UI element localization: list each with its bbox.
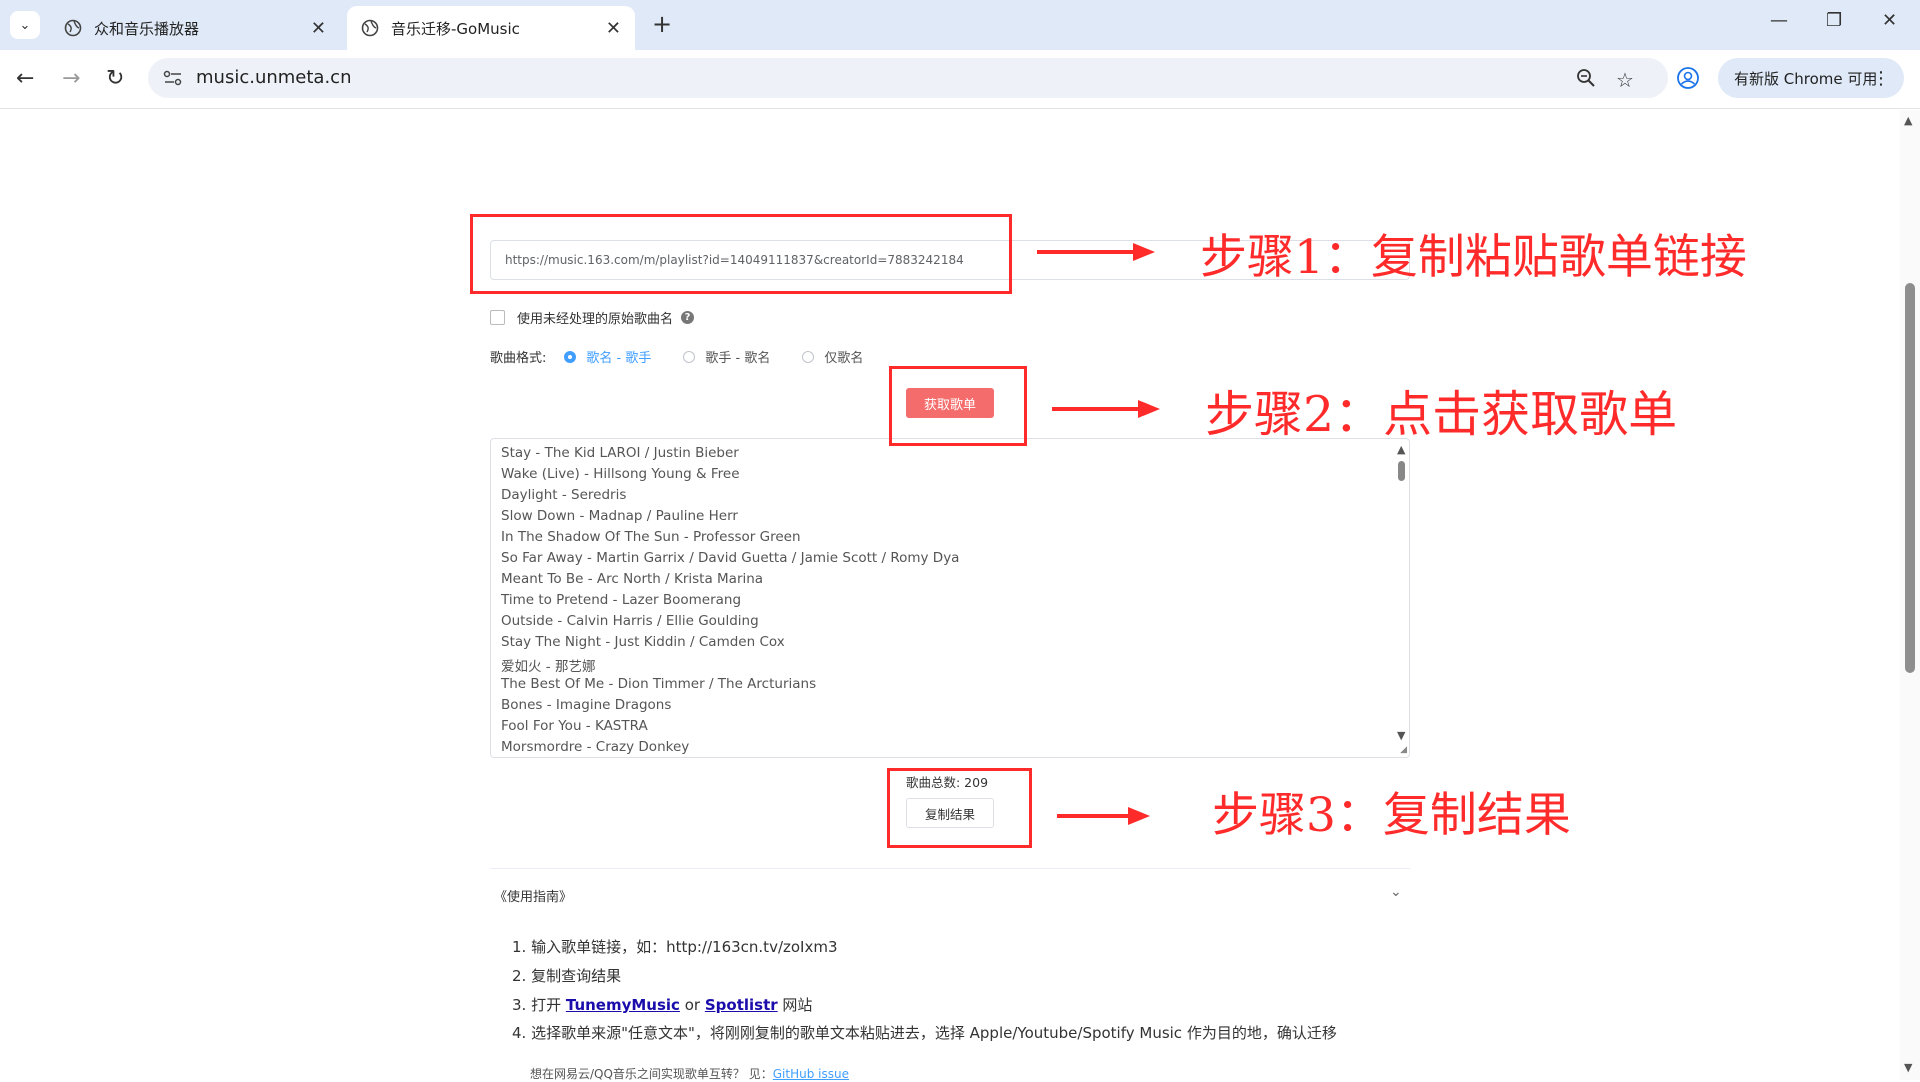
song-line: In The Shadow Of The Sun - Professor Gre… <box>501 529 801 545</box>
song-line: Time to Pretend - Lazer Boomerang <box>501 592 742 608</box>
globe-icon <box>361 19 379 37</box>
format-radio-name-only[interactable]: 仅歌名 <box>802 347 863 366</box>
tab-title: 音乐迁移-GoMusic <box>391 19 520 38</box>
close-icon[interactable]: ✕ <box>311 18 326 39</box>
annotation-arrow-step1 <box>1037 243 1155 261</box>
resize-grip-icon[interactable]: ◢ <box>1400 745 1407 755</box>
song-line: Stay The Night - Just Kiddin / Camden Co… <box>501 634 785 650</box>
minimize-icon[interactable]: — <box>1770 10 1788 31</box>
guide-step-4: 4. 选择歌单来源"任意文本"，将刚刚复制的歌单文本粘贴进去，选择 Apple/… <box>512 1024 1337 1042</box>
annotation-arrow-step2 <box>1052 400 1160 418</box>
song-line: Slow Down - Madnap / Pauline Herr <box>501 508 738 524</box>
song-line: Wake (Live) - Hillsong Young & Free <box>501 466 740 482</box>
page-scroll-thumb[interactable] <box>1905 283 1915 673</box>
song-line: Daylight - Seredris <box>501 487 627 503</box>
url-text: music.unmeta.cn <box>196 67 352 88</box>
menu-dots-icon[interactable]: ⋮ <box>1872 68 1890 89</box>
song-list-scrollbar[interactable]: ▲ ▼ <box>1393 439 1409 757</box>
song-line: The Best Of Me - Dion Timmer / The Arctu… <box>501 676 817 692</box>
guide-step-2: 2. 复制查询结果 <box>512 967 622 985</box>
scroll-up-icon[interactable]: ▲ <box>1904 114 1912 127</box>
song-line: Bones - Imagine Dragons <box>501 697 672 713</box>
scroll-down-icon[interactable]: ▼ <box>1904 1061 1912 1074</box>
annotation-step2-text: 步骤2：点击获取歌单 <box>1205 386 1678 443</box>
raw-name-checkbox[interactable] <box>490 310 505 325</box>
spotlistr-link[interactable]: Spotlistr <box>705 996 778 1014</box>
song-line: Outside - Calvin Harris / Ellie Goulding <box>501 613 759 629</box>
chevron-down-icon[interactable]: ⌄ <box>1390 884 1402 900</box>
profile-icon[interactable] <box>1676 66 1700 90</box>
tab-title: 众和音乐播放器 <box>94 19 200 38</box>
tab-search-button[interactable]: ⌄ <box>10 11 40 39</box>
annotation-box-step1 <box>470 214 1012 294</box>
raw-name-label: 使用未经处理的原始歌曲名 <box>517 312 674 327</box>
page-content: https://music.163.com/m/playlist?id=1404… <box>0 110 1900 1081</box>
zoom-icon[interactable] <box>1576 68 1596 93</box>
tunemymusic-link[interactable]: TunemyMusic <box>566 996 680 1014</box>
site-settings-icon[interactable] <box>162 68 184 88</box>
page-scrollbar[interactable]: ▲ ▼ <box>1900 110 1920 1080</box>
new-tab-plus-icon[interactable]: + <box>652 10 672 38</box>
annotation-step3-text: 步骤3：复制结果 <box>1212 788 1571 843</box>
browser-tab-bar: ⌄ 众和音乐播放器 ✕ 音乐迁移-GoMusic ✕ + — ❐ ✕ <box>0 0 1920 50</box>
guide-note: 想在网易云/QQ音乐之间实现歌单互转？ 见：GitHub issue <box>530 1067 849 1081</box>
globe-icon <box>64 19 82 37</box>
restore-icon[interactable]: ❐ <box>1826 10 1842 31</box>
annotation-arrow-step3 <box>1057 807 1150 825</box>
guide-title[interactable]: 《使用指南》 <box>494 886 572 905</box>
bookmark-star-icon[interactable]: ☆ <box>1616 68 1634 92</box>
guide-step-1: 1. 输入歌单链接，如：http://163cn.tv/zoIxm3 <box>512 938 838 956</box>
annotation-step1-text: 步骤1：复制粘贴歌单链接 <box>1200 230 1747 285</box>
song-line: Fool For You - KASTRA <box>501 718 648 734</box>
reload-icon[interactable]: ↻ <box>106 66 124 91</box>
song-line: 爱如火 - 那艺娜 <box>501 659 596 675</box>
format-label: 歌曲格式: <box>490 351 547 366</box>
format-selector: 歌曲格式: 歌名 - 歌手 歌手 - 歌名 仅歌名 <box>490 347 863 366</box>
raw-name-option[interactable]: 使用未经处理的原始歌曲名 ? <box>490 308 695 327</box>
scroll-thumb[interactable] <box>1398 461 1405 481</box>
chevron-down-icon: ⌄ <box>19 17 31 33</box>
format-radio-name-artist[interactable]: 歌名 - 歌手 <box>564 347 651 366</box>
tab-player[interactable]: 众和音乐播放器 ✕ <box>50 6 340 50</box>
format-radio-artist-name[interactable]: 歌手 - 歌名 <box>683 347 770 366</box>
tab-gomusic[interactable]: 音乐迁移-GoMusic ✕ <box>347 6 635 50</box>
divider <box>490 868 1410 869</box>
guide-step-3: 3. 打开 TunemyMusic or Spotlistr 网站 <box>512 996 813 1014</box>
song-list-textarea[interactable]: Stay - The Kid LAROI / Justin Bieber Wake… <box>490 438 1410 758</box>
chrome-update-button[interactable]: 有新版 Chrome 可用 ⋮ <box>1718 58 1904 98</box>
annotation-box-step3 <box>887 768 1032 848</box>
song-line: Morsmordre - Crazy Donkey <box>501 739 690 755</box>
window-close-icon[interactable]: ✕ <box>1882 10 1897 31</box>
song-line: So Far Away - Martin Garrix / David Guet… <box>501 550 960 566</box>
close-icon[interactable]: ✕ <box>606 18 621 39</box>
update-label: 有新版 Chrome 可用 <box>1734 69 1878 88</box>
github-issue-link[interactable]: GitHub issue <box>773 1067 849 1081</box>
browser-toolbar: ← → ↻ music.unmeta.cn ☆ 有新版 Chrome 可用 ⋮ <box>0 50 1920 109</box>
song-line: Meant To Be - Arc North / Krista Marina <box>501 571 764 587</box>
address-bar[interactable]: music.unmeta.cn ☆ <box>148 58 1668 98</box>
forward-arrow-icon[interactable]: → <box>62 66 80 91</box>
song-line: Stay - The Kid LAROI / Justin Bieber <box>501 445 739 461</box>
annotation-box-step2 <box>889 366 1027 446</box>
back-arrow-icon[interactable]: ← <box>16 66 34 91</box>
scroll-down-icon[interactable]: ▼ <box>1397 729 1405 742</box>
help-icon[interactable]: ? <box>681 311 695 324</box>
